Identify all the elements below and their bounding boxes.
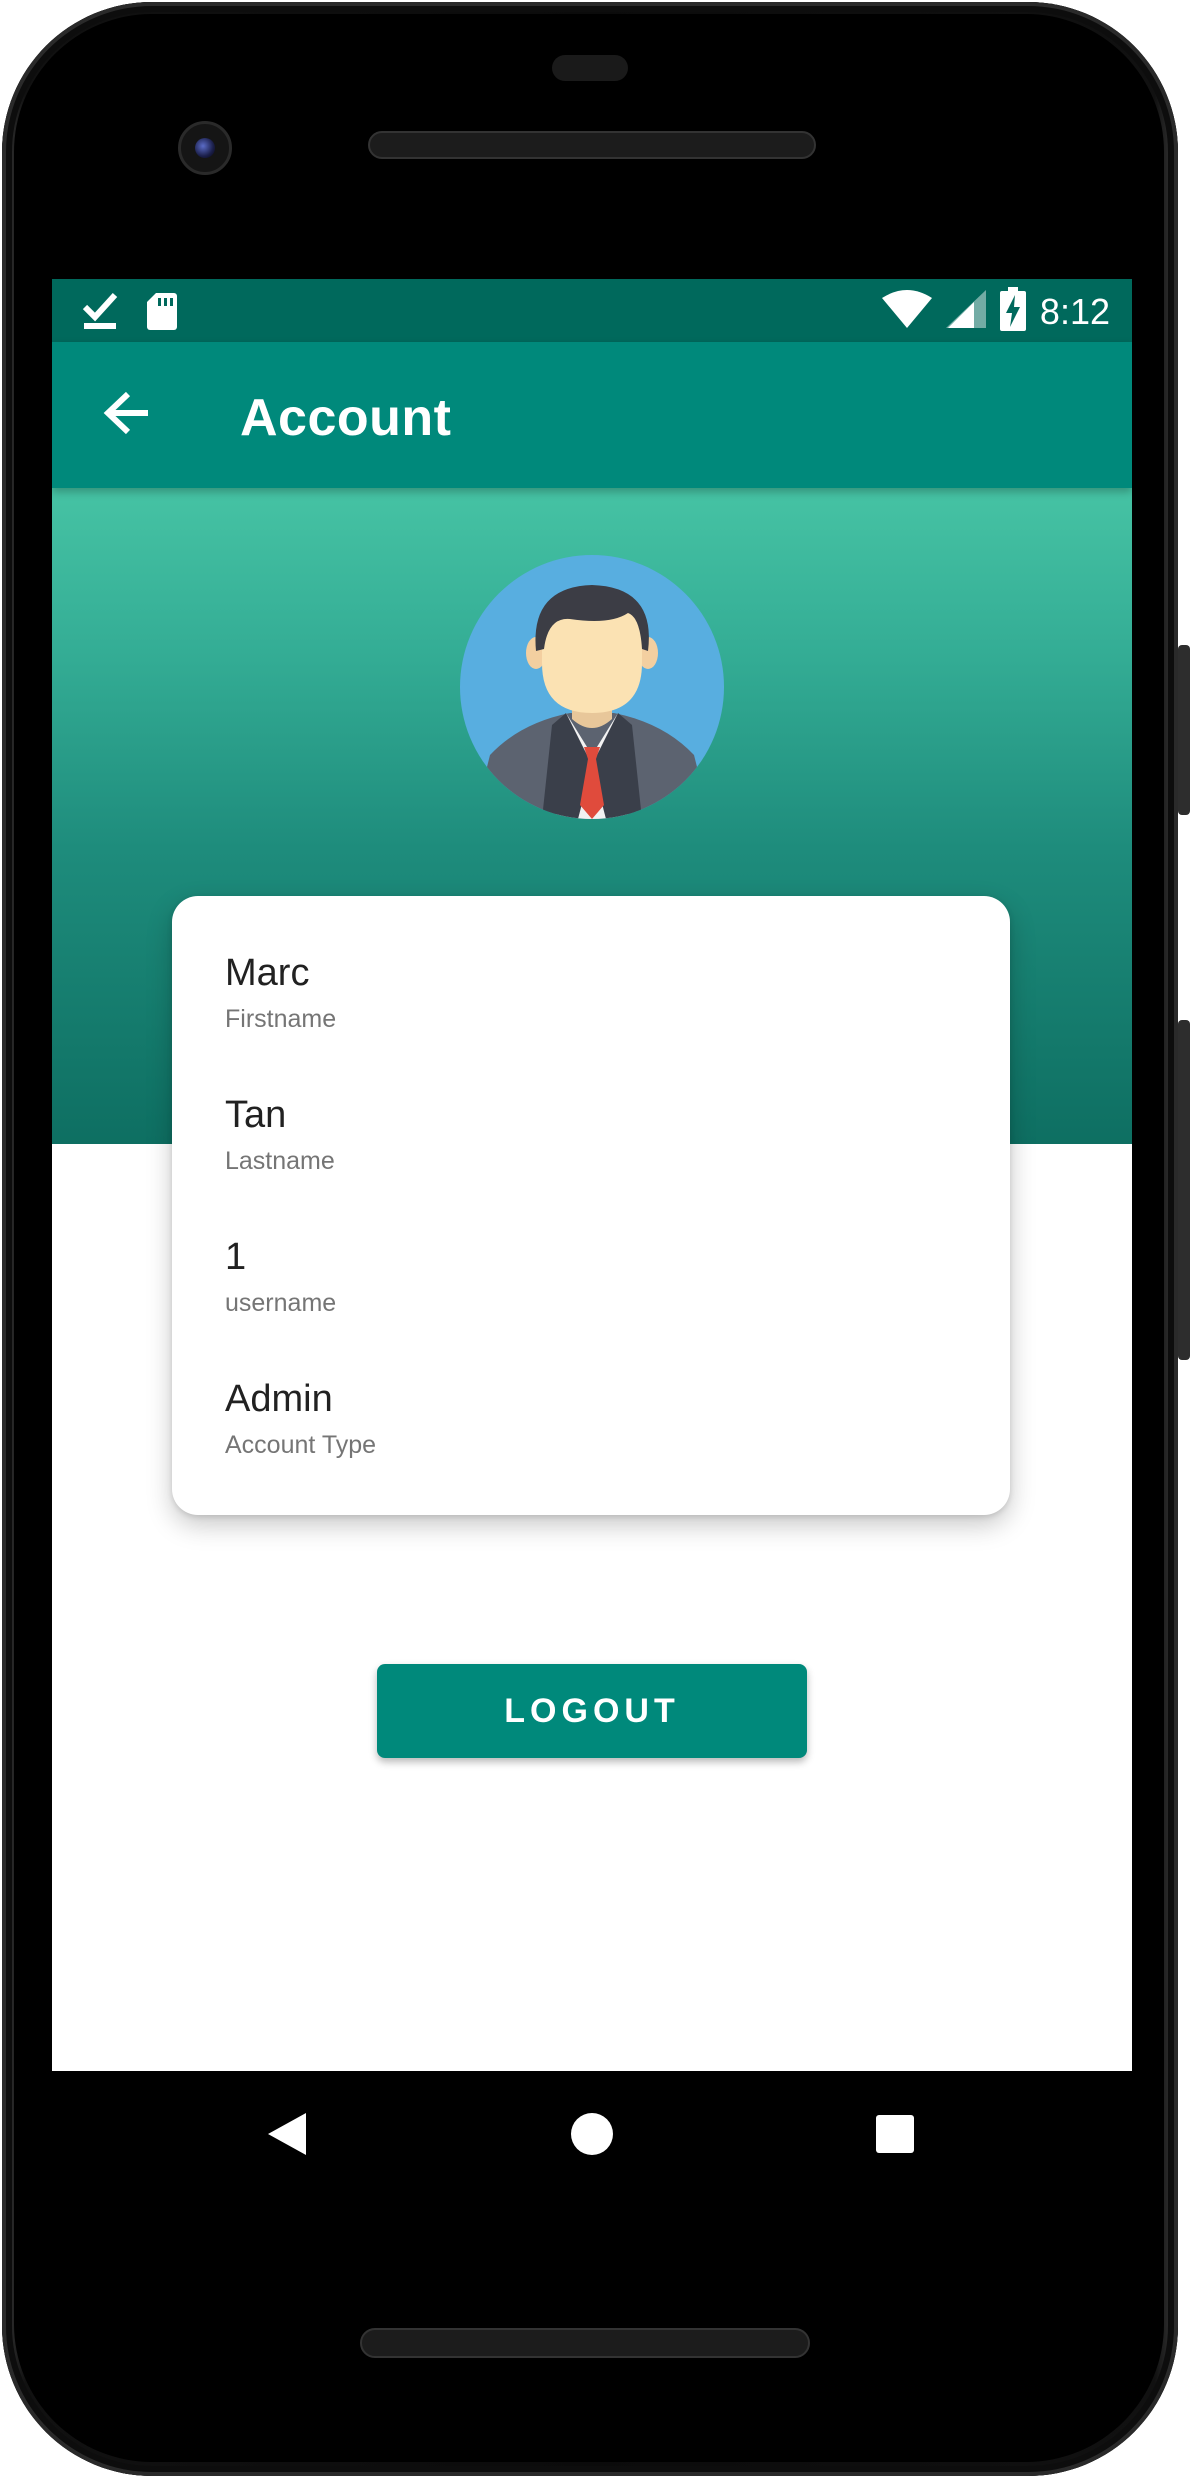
logout-button[interactable]: LOGOUT — [377, 1664, 807, 1758]
check-download-icon — [82, 291, 118, 336]
avatar — [460, 555, 724, 819]
nav-back-button[interactable] — [227, 2071, 347, 2201]
system-nav-bar — [52, 2071, 1132, 2201]
lastname-value: Tan — [225, 1094, 287, 1136]
firstname-value: Marc — [225, 952, 310, 994]
screen: 8:12 Account Marc Firstname Tan Lastname… — [52, 279, 1132, 2071]
nav-recents-icon — [875, 2114, 915, 2159]
account-type-value: Admin — [225, 1378, 333, 1420]
front-camera — [178, 121, 232, 175]
lastname-label: Lastname — [225, 1147, 335, 1175]
battery-charging-icon — [999, 287, 1026, 336]
power-button — [1178, 645, 1190, 815]
lastname-field: Tan Lastname — [225, 1094, 335, 1176]
bottom-speaker-grille — [360, 2328, 810, 2358]
app-bar: Account — [52, 342, 1132, 488]
nav-home-icon — [570, 2112, 614, 2161]
volume-button — [1178, 1020, 1190, 1360]
username-value: 1 — [225, 1236, 247, 1278]
account-info-card: Marc Firstname Tan Lastname 1 username A… — [172, 896, 1010, 1515]
page-title: Account — [240, 389, 452, 447]
sd-card-icon — [146, 291, 178, 336]
account-type-label: Account Type — [225, 1431, 377, 1459]
nav-back-icon — [266, 2111, 308, 2162]
status-bar: 8:12 — [52, 279, 1132, 342]
wifi-icon — [881, 290, 932, 333]
firstname-field: Marc Firstname — [225, 952, 336, 1034]
phone-frame: 8:12 Account Marc Firstname Tan Lastname… — [0, 0, 1194, 2480]
businessman-avatar-icon — [474, 585, 710, 819]
nav-recents-button[interactable] — [835, 2071, 955, 2201]
sensor-slot — [552, 55, 628, 81]
signal-icon — [945, 290, 986, 333]
arrow-back-icon — [102, 391, 150, 440]
top-speaker-grille — [368, 131, 816, 159]
account-type-field: Admin Account Type — [225, 1378, 376, 1460]
username-field: 1 username — [225, 1236, 336, 1318]
username-label: username — [225, 1289, 337, 1317]
firstname-label: Firstname — [225, 1005, 337, 1033]
status-time: 8:12 — [1039, 290, 1110, 332]
nav-home-button[interactable] — [532, 2071, 652, 2201]
back-button[interactable] — [98, 387, 154, 443]
